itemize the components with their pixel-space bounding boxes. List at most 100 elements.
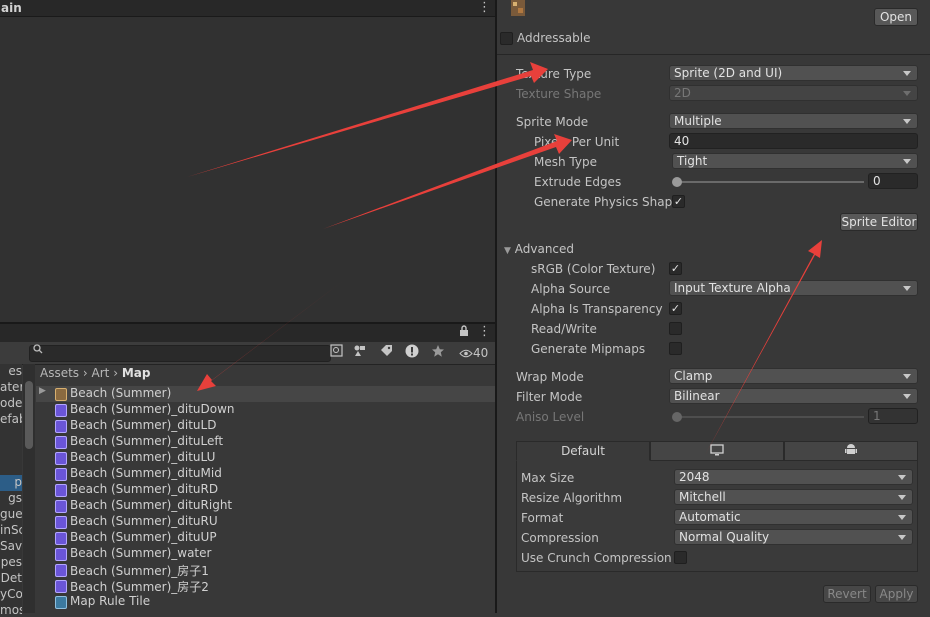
crunch-compression-checkbox[interactable] (674, 551, 687, 564)
tree-item[interactable]: Det (0, 571, 22, 585)
tree-item[interactable]: Save (0, 539, 22, 553)
extrude-edges-slider-knob[interactable] (672, 177, 682, 187)
asset-list-item[interactable]: Beach (Summer)_dituMid (36, 466, 495, 482)
extrude-edges-field[interactable]: 0 (868, 173, 918, 189)
sprite-mode-label: Sprite Mode (516, 115, 589, 129)
asset-list-item[interactable]: Beach (Summer)_dituDown (36, 402, 495, 418)
tree-item[interactable]: odel (0, 396, 22, 410)
asset-label: Beach (Summer)_dituDown (70, 402, 235, 416)
tree-item[interactable]: efab (0, 412, 22, 426)
breadcrumb-assets[interactable]: Assets (40, 366, 79, 380)
lock-icon[interactable] (459, 325, 469, 339)
texture-type-dropdown[interactable]: Sprite (2D and UI) (669, 65, 918, 81)
revert-button[interactable]: Revert (823, 585, 871, 603)
mesh-type-label: Mesh Type (534, 155, 597, 169)
tree-item[interactable]: mos (0, 603, 22, 617)
scene-tab-title[interactable]: ain (1, 1, 22, 15)
tree-item[interactable]: inSc (0, 523, 22, 537)
mesh-type-dropdown[interactable]: Tight (672, 153, 918, 169)
asset-list-item[interactable]: Beach (Summer)_dituRD (36, 482, 495, 498)
expand-arrow-icon[interactable]: ▶ (39, 386, 46, 396)
tab-default[interactable]: Default (516, 441, 650, 461)
asset-label: Beach (Summer)_water (70, 546, 212, 560)
monitor-icon (710, 443, 724, 461)
tree-item[interactable]: es (0, 364, 22, 378)
asset-list-item[interactable]: Beach (Summer)_dituRU (36, 514, 495, 530)
asset-label: Beach (Summer)_dituLeft (70, 434, 224, 448)
search-input[interactable] (29, 345, 331, 362)
sprite-icon (55, 420, 67, 433)
apply-button[interactable]: Apply (875, 585, 918, 603)
tree-item[interactable]: p (0, 475, 22, 489)
tree-item[interactable]: gs (0, 491, 22, 505)
wrap-mode-dropdown[interactable]: Clamp (669, 368, 918, 384)
generate-mipmaps-checkbox[interactable] (669, 342, 682, 355)
asset-label: Beach (Summer) (70, 386, 172, 400)
sprite-editor-button[interactable]: Sprite Editor (840, 213, 918, 231)
tree-item[interactable]: gueI (0, 507, 22, 521)
asset-list-item[interactable]: ▶ Beach (Summer) (36, 386, 495, 402)
max-size-dropdown[interactable]: 2048 (674, 469, 913, 485)
sprite-icon (55, 564, 67, 577)
advanced-foldout[interactable]: ▼ Advanced (504, 242, 574, 256)
hidden-packages-count[interactable]: 40 (459, 346, 488, 361)
compression-dropdown[interactable]: Normal Quality (674, 529, 913, 545)
tree-item[interactable]: yCo (0, 587, 22, 601)
aniso-level-slider-knob[interactable] (672, 412, 682, 422)
tab-android[interactable] (784, 441, 918, 461)
texture-shape-dropdown[interactable]: 2D (669, 85, 918, 101)
sprite-icon (55, 516, 67, 529)
search-by-type-icon[interactable] (330, 344, 343, 361)
texture-type-label: Texture Type (516, 67, 592, 81)
asset-list-item[interactable]: Map Rule Tile (36, 594, 495, 610)
asset-label: Beach (Summer)_dituRU (70, 514, 218, 528)
asset-list-item[interactable]: Beach (Summer)_dituLU (36, 450, 495, 466)
aniso-level-field[interactable]: 1 (868, 408, 918, 424)
extrude-edges-slider-track[interactable] (676, 181, 864, 183)
aniso-level-label: Aniso Level (516, 410, 585, 424)
asset-list-item[interactable]: Beach (Summer)_房子2 (36, 578, 495, 594)
open-button[interactable]: Open (874, 8, 918, 26)
tree-item[interactable]: pes (0, 555, 22, 569)
wrap-mode-label: Wrap Mode (516, 370, 584, 384)
breadcrumb-art[interactable]: Art (92, 366, 110, 380)
generate-physics-shape-checkbox[interactable]: ✓ (672, 195, 685, 208)
asset-list-item[interactable]: Beach (Summer)_water (36, 546, 495, 562)
android-icon (845, 443, 857, 461)
asset-list-item[interactable]: Beach (Summer)_dituRight (36, 498, 495, 514)
asset-list-item[interactable]: Beach (Summer)_dituLD (36, 418, 495, 434)
aniso-level-slider-track[interactable] (676, 416, 864, 418)
extrude-edges-label: Extrude Edges (534, 175, 622, 189)
asset-list-item[interactable]: Beach (Summer)_dituUP (36, 530, 495, 546)
pixels-per-unit-field[interactable]: 40 (669, 133, 918, 149)
format-label: Format (521, 511, 564, 525)
breadcrumb-map[interactable]: Map (122, 366, 151, 380)
filter-mode-dropdown[interactable]: Bilinear (669, 388, 918, 404)
sprite-icon (55, 484, 67, 497)
resize-algorithm-dropdown[interactable]: Mitchell (674, 489, 913, 505)
scene-view[interactable] (0, 0, 495, 322)
alpha-transparency-checkbox[interactable]: ✓ (669, 302, 682, 315)
asset-list-item[interactable]: Beach (Summer)_dituLeft (36, 434, 495, 450)
srgb-checkbox[interactable]: ✓ (669, 262, 682, 275)
addressable-checkbox[interactable] (500, 32, 513, 45)
project-menu-icon[interactable]: ⋮ (478, 324, 491, 339)
read-write-checkbox[interactable] (669, 322, 682, 335)
format-dropdown[interactable]: Automatic (674, 509, 913, 525)
alpha-source-dropdown[interactable]: Input Texture Alpha (669, 280, 918, 296)
advanced-label: Advanced (514, 242, 575, 256)
favorite-star-icon[interactable] (431, 344, 445, 362)
tree-item[interactable]: ateri (0, 380, 22, 394)
sprite-icon (55, 404, 67, 417)
scene-menu-icon[interactable]: ⋮ (478, 0, 491, 15)
tab-standalone[interactable] (650, 441, 784, 461)
filter-by-label-icon[interactable] (380, 344, 393, 361)
sprite-icon (55, 452, 67, 465)
header-divider (497, 54, 930, 55)
project-tab-bar (0, 324, 495, 342)
tree-scrollbar-thumb[interactable] (25, 381, 33, 449)
warning-filter-icon[interactable] (405, 344, 419, 362)
filter-by-type-icon[interactable] (353, 344, 366, 361)
sprite-mode-dropdown[interactable]: Multiple (669, 113, 918, 129)
asset-list-item[interactable]: Beach (Summer)_房子1 (36, 562, 495, 578)
